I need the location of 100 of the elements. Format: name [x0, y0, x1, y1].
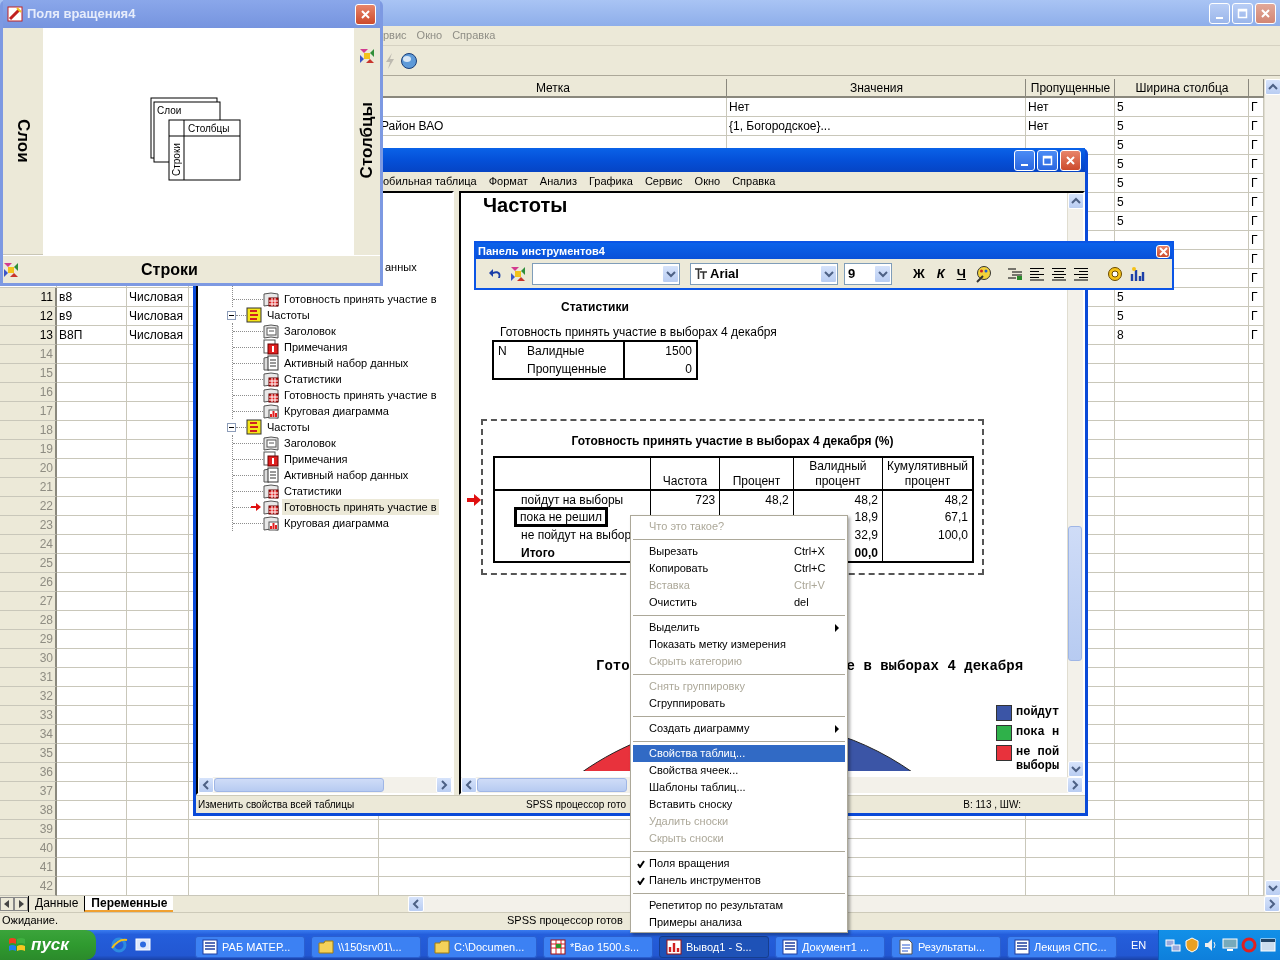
- bar-chart-icon[interactable]: [1128, 265, 1145, 282]
- minimize-button[interactable]: [1014, 149, 1035, 171]
- taskbar-button[interactable]: *Вао 1500.s...: [543, 936, 653, 958]
- menu-item[interactable]: Сгруппировать: [633, 695, 845, 712]
- align-right-icon[interactable]: [1072, 266, 1089, 281]
- menu-item[interactable]: Примеры анализа: [633, 914, 845, 931]
- scroll-left-button[interactable]: [461, 777, 477, 793]
- color-palette-icon[interactable]: [974, 264, 993, 283]
- monitor-icon[interactable]: [1222, 937, 1238, 953]
- font-dropdown[interactable]: Arial: [690, 262, 838, 285]
- tree-item[interactable]: Заголовок: [282, 434, 338, 452]
- scroll-right-button[interactable]: [1264, 896, 1280, 912]
- row-label[interactable]: пойдут на выборы: [521, 492, 624, 507]
- tree-item[interactable]: Примечания: [282, 450, 350, 468]
- format-button[interactable]: К: [933, 263, 948, 284]
- collapse-button[interactable]: [227, 422, 236, 432]
- format-button[interactable]: Ч: [953, 263, 969, 284]
- close-button[interactable]: [355, 3, 376, 25]
- pivot-icon[interactable]: [510, 265, 526, 282]
- target-icon[interactable]: [1106, 265, 1123, 282]
- tree-item[interactable]: Готовность принять участие в: [282, 290, 439, 308]
- menu-item[interactable]: Сервис: [644, 173, 683, 190]
- collapse-button[interactable]: [227, 310, 236, 320]
- tree-item[interactable]: анных: [383, 259, 419, 276]
- menu-item[interactable]: Свойства ячеек...: [633, 762, 845, 779]
- menu-item[interactable]: обильная таблица: [383, 173, 477, 190]
- menu-item[interactable]: Выделить: [633, 619, 845, 636]
- menu-item[interactable]: Окно: [694, 173, 721, 190]
- menu-item[interactable]: Панель инструментов: [633, 872, 845, 889]
- menu-item[interactable]: Копировать Ctrl+C: [633, 560, 845, 577]
- tree-item[interactable]: Круговая диаграмма: [282, 514, 391, 532]
- taskbar-button[interactable]: Лекция СПС...: [1007, 936, 1117, 958]
- menu-item[interactable]: Показать метку измерения: [633, 636, 845, 653]
- scroll-right-button[interactable]: [1067, 777, 1083, 793]
- first-sheet-button[interactable]: [0, 897, 14, 911]
- taskbar-button[interactable]: Документ1 ...: [775, 936, 885, 958]
- menu-item[interactable]: Поля вращения: [633, 855, 845, 872]
- tree-item[interactable]: Статистики: [282, 370, 344, 388]
- scroll-thumb[interactable]: [214, 778, 384, 792]
- taskbar-button[interactable]: Вывод1 - S...: [659, 936, 769, 958]
- window-icon[interactable]: [1260, 937, 1276, 953]
- menu-item[interactable]: Очистить del: [633, 594, 845, 611]
- size-dropdown[interactable]: 9: [844, 262, 892, 285]
- shield-icon[interactable]: [1184, 937, 1200, 953]
- menu-item[interactable]: Формат: [488, 173, 528, 190]
- scroll-left-button[interactable]: [198, 777, 214, 793]
- row-label[interactable]: пока не решил: [514, 507, 608, 527]
- close-button[interactable]: [1255, 2, 1276, 24]
- browser-icon[interactable]: [110, 936, 128, 954]
- table-cell-text: Нет: [1027, 118, 1050, 135]
- menu-item[interactable]: Свойства таблиц...: [633, 745, 845, 762]
- tree-item[interactable]: Готовность принять участие в: [282, 386, 439, 404]
- close-button[interactable]: [1156, 244, 1170, 258]
- style-dropdown[interactable]: [532, 262, 680, 285]
- taskbar-button[interactable]: РАБ МАТЕР...: [195, 936, 305, 958]
- scroll-up-button[interactable]: [1068, 193, 1084, 209]
- scroll-up-button[interactable]: [1265, 79, 1280, 95]
- volume-icon[interactable]: [1203, 937, 1219, 953]
- scroll-thumb[interactable]: [1068, 526, 1082, 661]
- tree-item[interactable]: Статистики: [282, 482, 344, 500]
- language-indicator[interactable]: EN: [1131, 936, 1147, 954]
- globe-icon[interactable]: [400, 51, 418, 70]
- sheet-tab[interactable]: Переменные: [84, 896, 174, 912]
- menu-item[interactable]: Шаблоны таблиц...: [633, 779, 845, 796]
- next-sheet-button[interactable]: [14, 897, 28, 911]
- network-icon[interactable]: [1165, 937, 1181, 953]
- tree-item[interactable]: Частоты: [265, 306, 312, 324]
- menu-item[interactable]: Репетитор по результатам: [633, 897, 845, 914]
- menu-item[interactable]: Создать диаграмму: [633, 720, 845, 737]
- scroll-right-button[interactable]: [436, 777, 452, 793]
- menu-item[interactable]: Анализ: [539, 173, 577, 190]
- row-label[interactable]: не пойдут на выбор: [521, 528, 632, 542]
- tree-item[interactable]: Круговая диаграмма: [282, 402, 391, 420]
- align-left-icon[interactable]: [1028, 266, 1045, 281]
- desktop-icon[interactable]: [134, 936, 152, 954]
- taskbar-button[interactable]: C:\Documen...: [427, 936, 537, 958]
- maximize-button[interactable]: [1037, 149, 1058, 171]
- close-button[interactable]: [1060, 149, 1081, 171]
- tree-item[interactable]: Готовность принять участие в: [282, 498, 439, 516]
- scroll-down-button[interactable]: [1265, 880, 1280, 896]
- menu-item[interactable]: Справка: [732, 173, 776, 190]
- menu-item[interactable]: Вставить сноску: [633, 796, 845, 813]
- row-label[interactable]: Итого: [521, 545, 555, 560]
- taskbar-button[interactable]: \\150srv01\...: [311, 936, 421, 958]
- scroll-thumb[interactable]: [477, 778, 627, 792]
- scroll-down-button[interactable]: [1068, 761, 1084, 777]
- indent-icon[interactable]: [1006, 266, 1023, 281]
- start-button[interactable]: пуск: [0, 930, 96, 960]
- pivot-icon[interactable]: [359, 48, 375, 64]
- tree-item[interactable]: Заголовок: [282, 322, 338, 340]
- pivot-icon[interactable]: [3, 261, 19, 278]
- menu-item[interactable]: Графика: [588, 173, 633, 190]
- scroll-left-button[interactable]: [408, 896, 425, 912]
- tree-item[interactable]: Активный набор данных: [282, 354, 411, 372]
- taskbar-button[interactable]: Результаты...: [891, 936, 1001, 958]
- tree-item[interactable]: Частоты: [265, 418, 312, 436]
- tree-item[interactable]: Активный набор данных: [282, 466, 411, 484]
- align-center-icon[interactable]: [1050, 266, 1067, 281]
- format-button[interactable]: Ж: [910, 263, 928, 284]
- tree-item[interactable]: Примечания: [282, 338, 350, 356]
